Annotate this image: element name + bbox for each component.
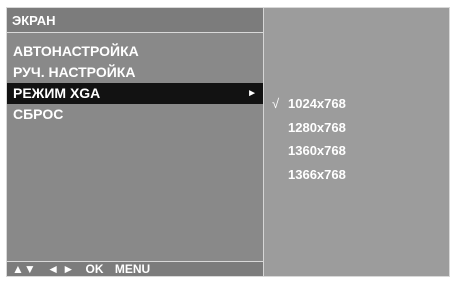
- ok-hint: OK: [85, 262, 104, 276]
- option-label: 1280x768: [288, 119, 346, 135]
- menu-list: АВТОНАСТРОЙКА РУЧ. НАСТРОЙКА РЕЖИМ XGA ►…: [7, 41, 263, 125]
- leftright-arrows-icon: ◄ ►: [47, 262, 75, 276]
- menu-item-label: РУЧ. НАСТРОЙКА: [13, 64, 136, 80]
- menu-item-label: СБРОС: [13, 106, 64, 122]
- option-label: 1024x768: [288, 96, 346, 111]
- menu-item-label: РЕЖИМ XGA: [13, 85, 101, 101]
- menu-title: ЭКРАН: [7, 8, 263, 33]
- option-1360x768[interactable]: 1360x768: [264, 139, 449, 163]
- submenu-panel: √ 1024x768 1280x768 1360x768 1366x768: [264, 8, 449, 276]
- menu-item-autoadjust[interactable]: АВТОНАСТРОЙКА: [7, 41, 263, 62]
- menu-item-reset[interactable]: СБРОС: [7, 104, 263, 125]
- osd-menu: ЭКРАН АВТОНАСТРОЙКА РУЧ. НАСТРОЙКА РЕЖИМ…: [6, 7, 450, 277]
- option-label: 1366x768: [288, 166, 346, 182]
- option-1366x768[interactable]: 1366x768: [264, 163, 449, 187]
- menu-item-label: АВТОНАСТРОЙКА: [13, 43, 139, 59]
- menu-panel: ЭКРАН АВТОНАСТРОЙКА РУЧ. НАСТРОЙКА РЕЖИМ…: [7, 8, 264, 276]
- option-1280x768[interactable]: 1280x768: [264, 116, 449, 140]
- checkmark-icon: √: [272, 96, 280, 111]
- option-label: 1360x768: [288, 143, 346, 158]
- resolution-options: √ 1024x768 1280x768 1360x768 1366x768: [264, 92, 449, 186]
- menu-hint: MENU: [114, 262, 151, 276]
- updown-arrows-icon: ▲▼: [12, 262, 36, 276]
- option-1024x768[interactable]: √ 1024x768: [264, 92, 449, 116]
- menu-item-xga-mode[interactable]: РЕЖИМ XGA ►: [7, 83, 263, 104]
- submenu-arrow-icon: ►: [247, 88, 257, 99]
- menu-item-manual-adjust[interactable]: РУЧ. НАСТРОЙКА: [7, 62, 263, 83]
- footer-hints: ▲▼ ◄ ► OK MENU: [7, 261, 263, 276]
